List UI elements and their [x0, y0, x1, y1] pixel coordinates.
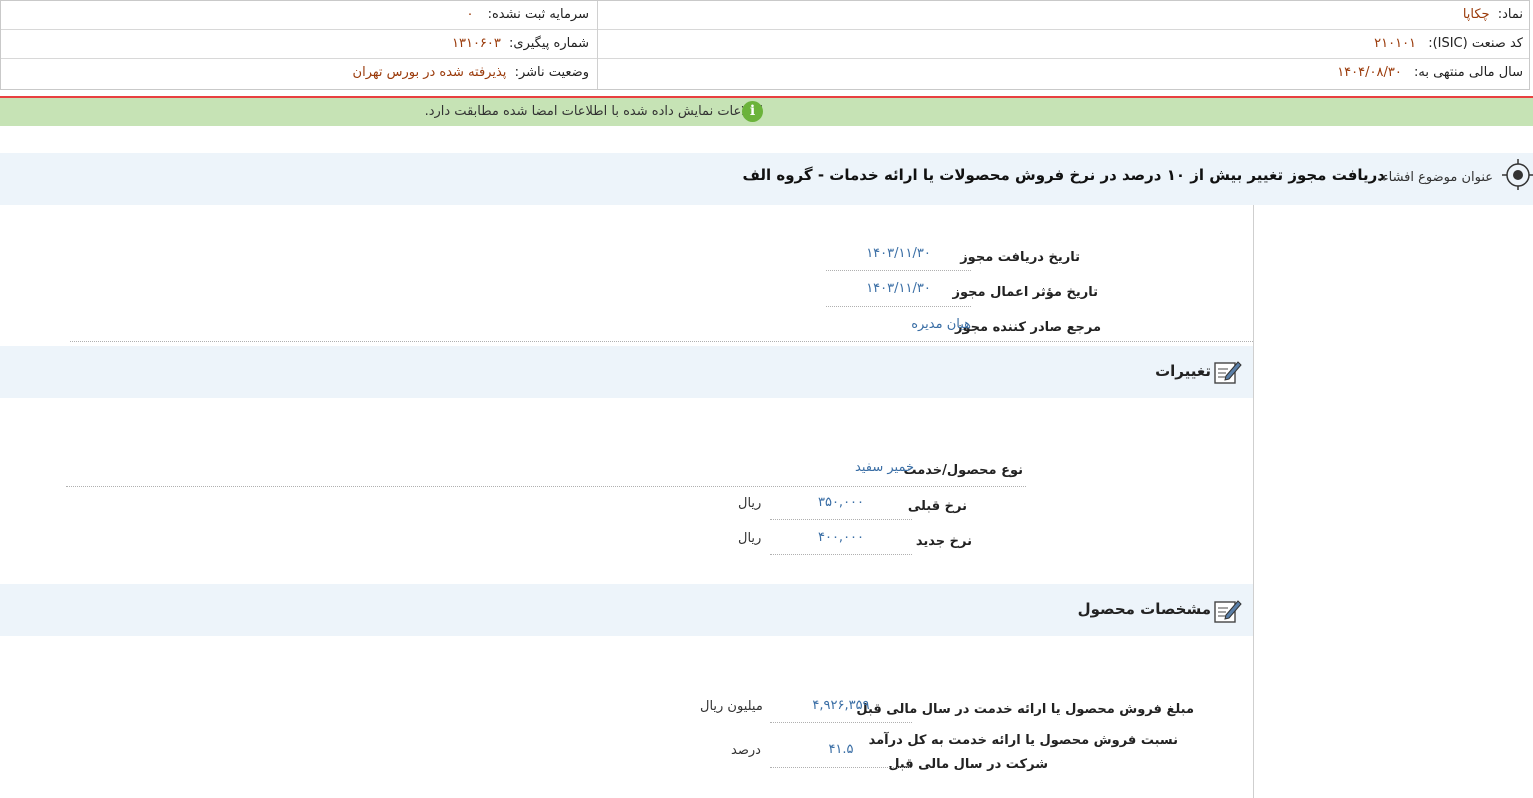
tracking-field: شماره پیگیری: ۱۳۱۰۶۰۳ [452, 36, 589, 51]
subject-label: عنوان موضوع افشاء: [1378, 170, 1493, 185]
product-specs-section-title: مشخصات محصول [1077, 600, 1211, 618]
header-row-2: کد صنعت (ISIC): ۲۱۰۱۰۱ شماره پیگیری: ۱۳۱… [1, 30, 1529, 59]
publisher-status-value: پذیرفته شده در بورس تهران [352, 65, 507, 80]
info-icon: i [742, 101, 763, 122]
new-rate-underline [770, 554, 912, 555]
tracking-label: شماره پیگیری: [509, 36, 589, 51]
new-rate-unit: ریال [738, 531, 762, 546]
sales-ratio-underline [770, 767, 912, 768]
receipt-date-label: تاریخ دریافت مجوز [960, 250, 1080, 265]
product-specs-section-header [0, 584, 1253, 636]
subject-title: دریافت مجوز تغییر بیش از ۱۰ درصد در نرخ … [742, 166, 1386, 184]
sales-ratio-unit: درصد [731, 743, 761, 758]
target-icon [1502, 159, 1533, 190]
edit-icon [1214, 600, 1242, 623]
publisher-status-label: وضعیت ناشر: [514, 65, 589, 80]
symbol-value[interactable]: چکاپا [1463, 7, 1490, 22]
previous-rate-underline [770, 519, 912, 520]
isic-value: ۲۱۰۱۰۱ [1374, 36, 1417, 51]
changes-section-header [0, 346, 1253, 398]
sales-amount-unit: میلیون ریال [700, 699, 763, 714]
issuer-label: مرجع صادر کننده مجوز [955, 320, 1101, 335]
effective-date-underline [826, 306, 971, 307]
info-bar-text: اطلاعات نمایش داده شده با اطلاعات امضا ش… [424, 104, 763, 119]
content-right-border [1253, 205, 1254, 798]
tracking-value: ۱۳۱۰۶۰۳ [452, 36, 501, 51]
info-bar: اطلاعات نمایش داده شده با اطلاعات امضا ش… [0, 98, 1533, 126]
new-rate-value: ۴۰۰,۰۰۰ [817, 530, 865, 545]
product-type-underline [66, 486, 1026, 487]
previous-rate-value: ۳۵۰,۰۰۰ [817, 495, 865, 510]
issuer-value: هیان مدیره [911, 317, 971, 332]
sales-ratio-label-line1: نسبت فروش محصول یا ارائه خدمت به کل درآم… [868, 733, 1178, 748]
publisher-status-field: وضعیت ناشر: پذیرفته شده در بورس تهران [353, 65, 589, 80]
sales-ratio-value: ۴۱.۵ [828, 742, 854, 757]
receipt-date-value: ۱۴۰۳/۱۱/۳۰ [866, 246, 931, 261]
header-info-table: نماد: چکاپا سرمایه ثبت نشده: ۰ کد صنعت (… [0, 0, 1530, 90]
license-section-underline [70, 341, 1253, 342]
sales-amount-value: ۴,۹۲۶,۳۵۹ [812, 698, 870, 713]
sales-amount-underline [770, 722, 912, 723]
previous-rate-label: نرخ قبلی [907, 499, 967, 514]
edit-icon [1214, 361, 1242, 384]
effective-date-value: ۱۴۰۳/۱۱/۳۰ [866, 281, 931, 296]
header-row-3: سال مالی منتهی به: ۱۴۰۴/۰۸/۳۰ وضعیت ناشر… [1, 59, 1529, 88]
header-row-1: نماد: چکاپا سرمایه ثبت نشده: ۰ [1, 1, 1529, 30]
fiscal-year-value: ۱۴۰۴/۰۸/۳۰ [1337, 65, 1402, 80]
symbol-label: نماد: [1497, 7, 1523, 22]
changes-section-title: تغییرات [1155, 362, 1211, 380]
unregistered-capital-label: سرمایه ثبت نشده: [487, 7, 589, 22]
sales-ratio-label-line2: شرکت در سال مالی قبل [888, 757, 1048, 772]
symbol-field: نماد: چکاپا [1463, 7, 1523, 22]
isic-label: کد صنعت (ISIC): [1428, 36, 1523, 51]
header-column-divider [597, 1, 598, 89]
fiscal-year-label: سال مالی منتهی به: [1413, 65, 1523, 80]
product-type-value: خمیر سفید [855, 460, 914, 475]
receipt-date-underline [826, 270, 971, 271]
unregistered-capital-field: سرمایه ثبت نشده: ۰ [466, 7, 589, 22]
isic-field: کد صنعت (ISIC): ۲۱۰۱۰۱ [1374, 36, 1523, 51]
unregistered-capital-value: ۰ [466, 7, 474, 22]
previous-rate-unit: ریال [738, 496, 762, 511]
fiscal-year-field: سال مالی منتهی به: ۱۴۰۴/۰۸/۳۰ [1337, 65, 1523, 80]
effective-date-label: تاریخ مؤثر اعمال مجوز [952, 285, 1098, 300]
new-rate-label: نرخ جدید [915, 534, 972, 549]
product-type-label: نوع محصول/خدمت [903, 463, 1023, 478]
